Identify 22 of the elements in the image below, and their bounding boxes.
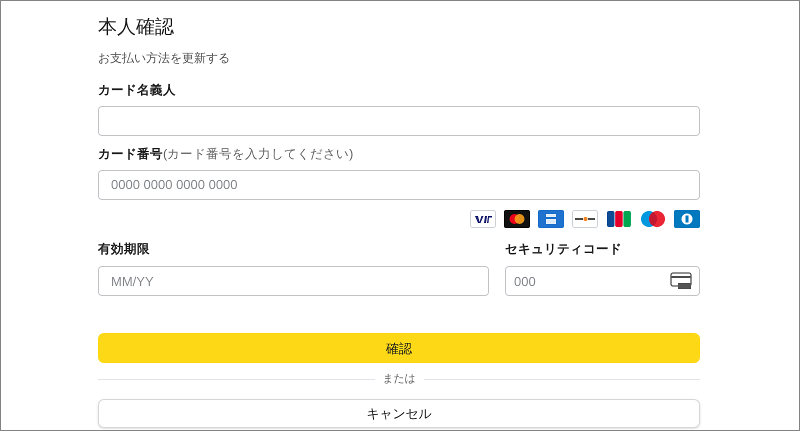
input-field[interactable]: MM/YY bbox=[98, 266, 489, 296]
card-icon bbox=[670, 272, 692, 290]
card-logo-icon bbox=[470, 210, 496, 228]
cancel-button[interactable]: キャンセル bbox=[98, 398, 700, 428]
input-field[interactable] bbox=[98, 106, 700, 136]
card-logo-icon bbox=[538, 210, 564, 228]
card-logo-icon bbox=[674, 210, 700, 228]
card-logo-icon bbox=[572, 210, 598, 228]
field-label: カード番号 bbox=[98, 146, 163, 163]
input-field[interactable]: 0000 0000 0000 0000 bbox=[98, 170, 700, 200]
page-subtitle: お支払い方法を更新する bbox=[98, 50, 231, 67]
card-logo-icon bbox=[504, 210, 530, 228]
field-label: 有効期限 bbox=[98, 240, 151, 258]
divider-text: または bbox=[382, 372, 416, 388]
field-label: カード名義人 bbox=[98, 82, 177, 99]
card-logo-icon bbox=[606, 210, 632, 228]
field-hint: (カード番号を入力してください) bbox=[163, 146, 354, 163]
input-field[interactable]: 000 bbox=[505, 266, 700, 296]
confirm-button[interactable]: 確認 bbox=[98, 333, 700, 364]
page-title: 本人確認 bbox=[98, 16, 175, 40]
card-logo-icon bbox=[640, 210, 666, 228]
field-label: セキュリティコード bbox=[505, 240, 623, 258]
